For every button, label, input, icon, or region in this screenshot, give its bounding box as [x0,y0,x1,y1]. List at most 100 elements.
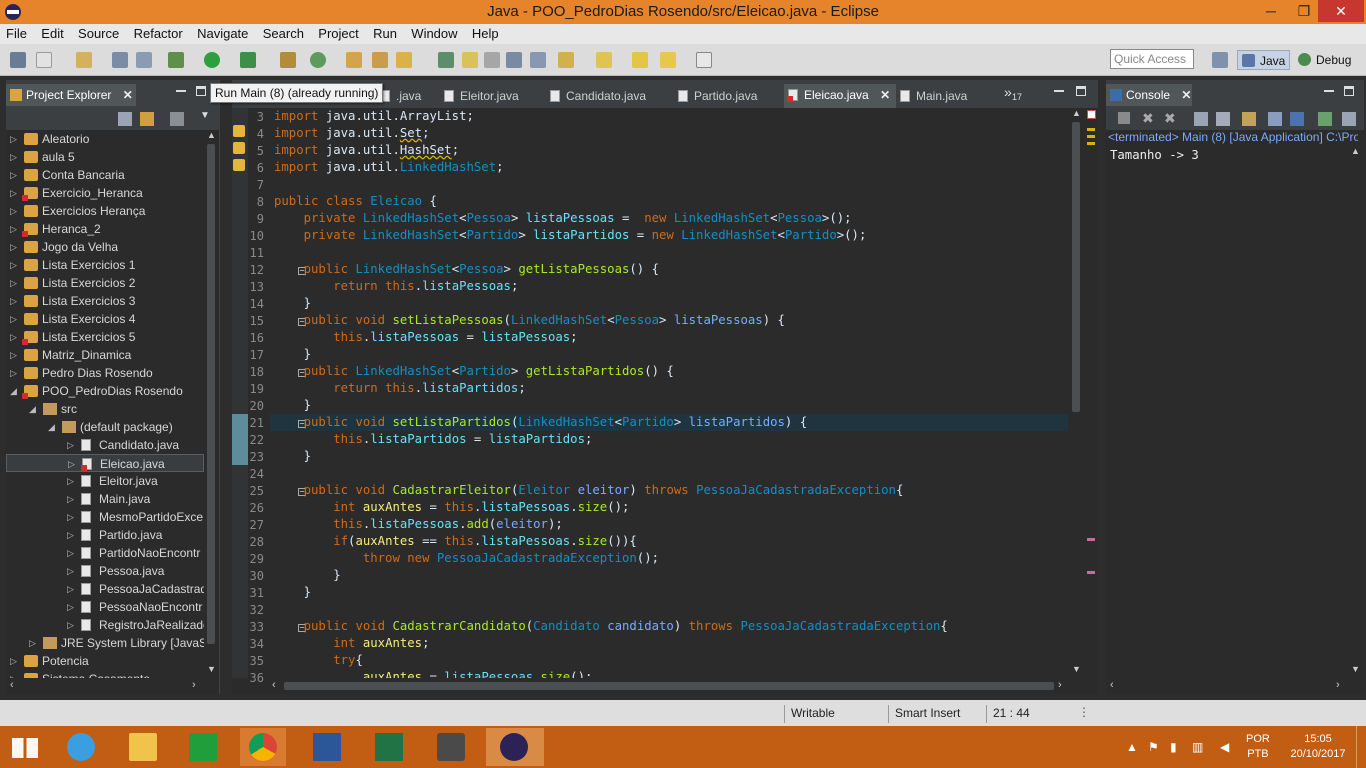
perspective-debug-button[interactable]: Debug [1294,50,1355,70]
code-line[interactable]: private LinkedHashSet<Pessoa> listaPesso… [274,210,852,227]
pin-console-icon[interactable] [1290,112,1304,126]
tree-item[interactable]: ▷ RegistroJaRealizado [6,616,204,634]
save-all-icon[interactable] [136,52,152,68]
tree-item[interactable]: ▷ Partido.java [6,526,204,544]
clear-console-icon[interactable] [1194,112,1208,126]
taskbar-store[interactable] [180,728,226,766]
code-line[interactable]: } [274,448,311,465]
editor-hscrollbar[interactable]: ‹ › [270,678,1068,694]
tray-volume-icon[interactable]: ◀ [1220,740,1229,754]
collapse-all-icon[interactable] [118,112,132,126]
tree-item[interactable]: ◢ src [6,400,204,418]
code-line[interactable]: } [274,346,311,363]
menu-edit[interactable]: Edit [35,24,68,41]
expand-arrow-icon[interactable]: ▷ [29,634,36,652]
forward-icon[interactable] [696,52,712,68]
warning-overview-mark[interactable] [1087,135,1095,138]
menu-help[interactable]: Help [466,24,504,41]
tree-item[interactable]: ▷ Eleitor.java [6,472,204,490]
open-console-icon[interactable] [1342,112,1356,126]
occurrence-overview-mark[interactable] [1087,538,1095,541]
taskbar-word[interactable] [304,728,350,766]
open-task-icon[interactable] [372,52,388,68]
taskbar-excel[interactable] [366,728,412,766]
code-line[interactable]: this.listaPessoas.add(eleitor); [274,516,563,533]
show-whitespace-icon[interactable] [506,52,522,68]
debug-icon[interactable] [168,52,184,68]
next-annotation-icon[interactable] [558,52,574,68]
code-line[interactable]: int auxAntes = this.listaPessoas.size(); [274,499,629,516]
tab-partido[interactable]: Partido.java [674,85,763,107]
code-line[interactable]: public LinkedHashSet<Pessoa> getListaPes… [274,261,659,278]
tray-network-icon[interactable]: ▥ [1192,740,1203,754]
code-area[interactable]: import java.util.ArrayList; import java.u… [270,108,1068,678]
toggle-mark-occurrences-icon[interactable] [438,52,454,68]
editor-hscroll-thumb[interactable] [284,682,1054,690]
tree-item[interactable]: ▷ Pedro Dias Rosendo [6,364,204,382]
minimize-console-icon[interactable] [1324,90,1334,92]
remove-all-launches-icon[interactable]: ✖ [1164,110,1176,127]
view-menu-icon[interactable] [170,112,184,126]
minimize-editor-icon[interactable] [1054,90,1064,92]
expand-arrow-icon[interactable]: ▷ [10,274,17,292]
expand-arrow-icon[interactable]: ▷ [10,202,17,220]
expand-arrow-icon[interactable]: ▷ [67,616,74,634]
search-icon[interactable] [396,52,412,68]
code-line[interactable]: public LinkedHashSet<Partido> getListaPa… [274,363,674,380]
code-line[interactable]: import java.util.HashSet; [274,142,459,159]
remove-launch-icon[interactable]: ✖ [1142,110,1154,127]
expand-arrow-icon[interactable]: ▷ [10,364,17,382]
close-console-button[interactable]: ✕ [1181,88,1191,102]
expand-arrow-icon[interactable]: ▷ [68,455,75,473]
code-line[interactable]: public class Eleicao { [274,193,437,210]
occurrence-overview-mark[interactable] [1087,571,1095,574]
scroll-right-icon[interactable]: › [1336,679,1340,691]
scroll-down-icon[interactable]: ▼ [1351,664,1360,674]
new-icon[interactable] [36,52,52,68]
scroll-down-icon[interactable]: ▼ [1072,664,1081,674]
maximize-button[interactable]: ❐ [1289,0,1319,22]
save-icon[interactable] [112,52,128,68]
collapse-arrow-icon[interactable]: ◢ [48,418,55,436]
overview-ruler[interactable] [1084,108,1098,678]
open-perspective-icon[interactable] [1212,52,1228,68]
scroll-up-icon[interactable]: ▲ [207,130,216,140]
tab-main[interactable]: Main.java [896,85,973,107]
tree-item[interactable]: ▷ Potencia [6,652,204,670]
code-line[interactable]: public void CadastrarEleitor(Eleitor ele… [274,482,904,499]
expand-arrow-icon[interactable]: ▷ [67,436,74,454]
close-window-button[interactable]: ✕ [1318,0,1364,22]
paragraph-icon[interactable] [530,52,546,68]
tab-console[interactable]: Console ✕ [1106,84,1192,106]
taskbar-file-explorer[interactable] [120,728,166,766]
menu-window[interactable]: Window [405,24,462,41]
code-line[interactable]: public void CadastrarCandidato(Candidato… [274,618,948,635]
tray-power-icon[interactable]: ▮ [1170,740,1177,754]
back-icon[interactable] [660,52,676,68]
close-tab-button[interactable]: ✕ [880,88,890,102]
expand-arrow-icon[interactable]: ▷ [10,148,17,166]
expand-arrow-icon[interactable]: ▷ [67,544,74,562]
scroll-lock-icon[interactable] [1216,112,1230,126]
warning-overview-mark[interactable] [1087,142,1095,145]
tree-item[interactable]: ▷ MesmoPartidoExce [6,508,204,526]
block-selection-icon[interactable] [484,52,500,68]
toggle-breadcrumb-icon[interactable] [462,52,478,68]
taskbar-sublime[interactable] [428,728,474,766]
run-external-tool-icon[interactable] [240,52,256,68]
tree-item[interactable]: ▷ Lista Exercicios 3 [6,292,204,310]
perspective-java-button[interactable]: Java [1237,50,1291,70]
start-button[interactable] [0,728,46,766]
error-overview-icon[interactable] [1087,110,1096,119]
console-vscrollbar[interactable]: ▲ ▼ [1348,146,1362,678]
tray-expand-icon[interactable]: ▲ [1126,740,1138,754]
tab-project-explorer[interactable]: Project Explorer ✕ [6,84,136,106]
code-line[interactable]: this.listaPartidos = listaPartidos; [274,431,592,448]
code-line[interactable]: import java.util.LinkedHashSet; [274,159,504,176]
view-dropdown-icon[interactable]: ▼ [200,110,210,121]
expand-arrow-icon[interactable]: ▷ [10,256,17,274]
tree-item[interactable]: ▷ Main.java [6,490,204,508]
code-line[interactable]: return this.listaPessoas; [274,278,518,295]
code-line[interactable]: } [274,397,311,414]
terminate-icon[interactable] [1118,112,1130,124]
